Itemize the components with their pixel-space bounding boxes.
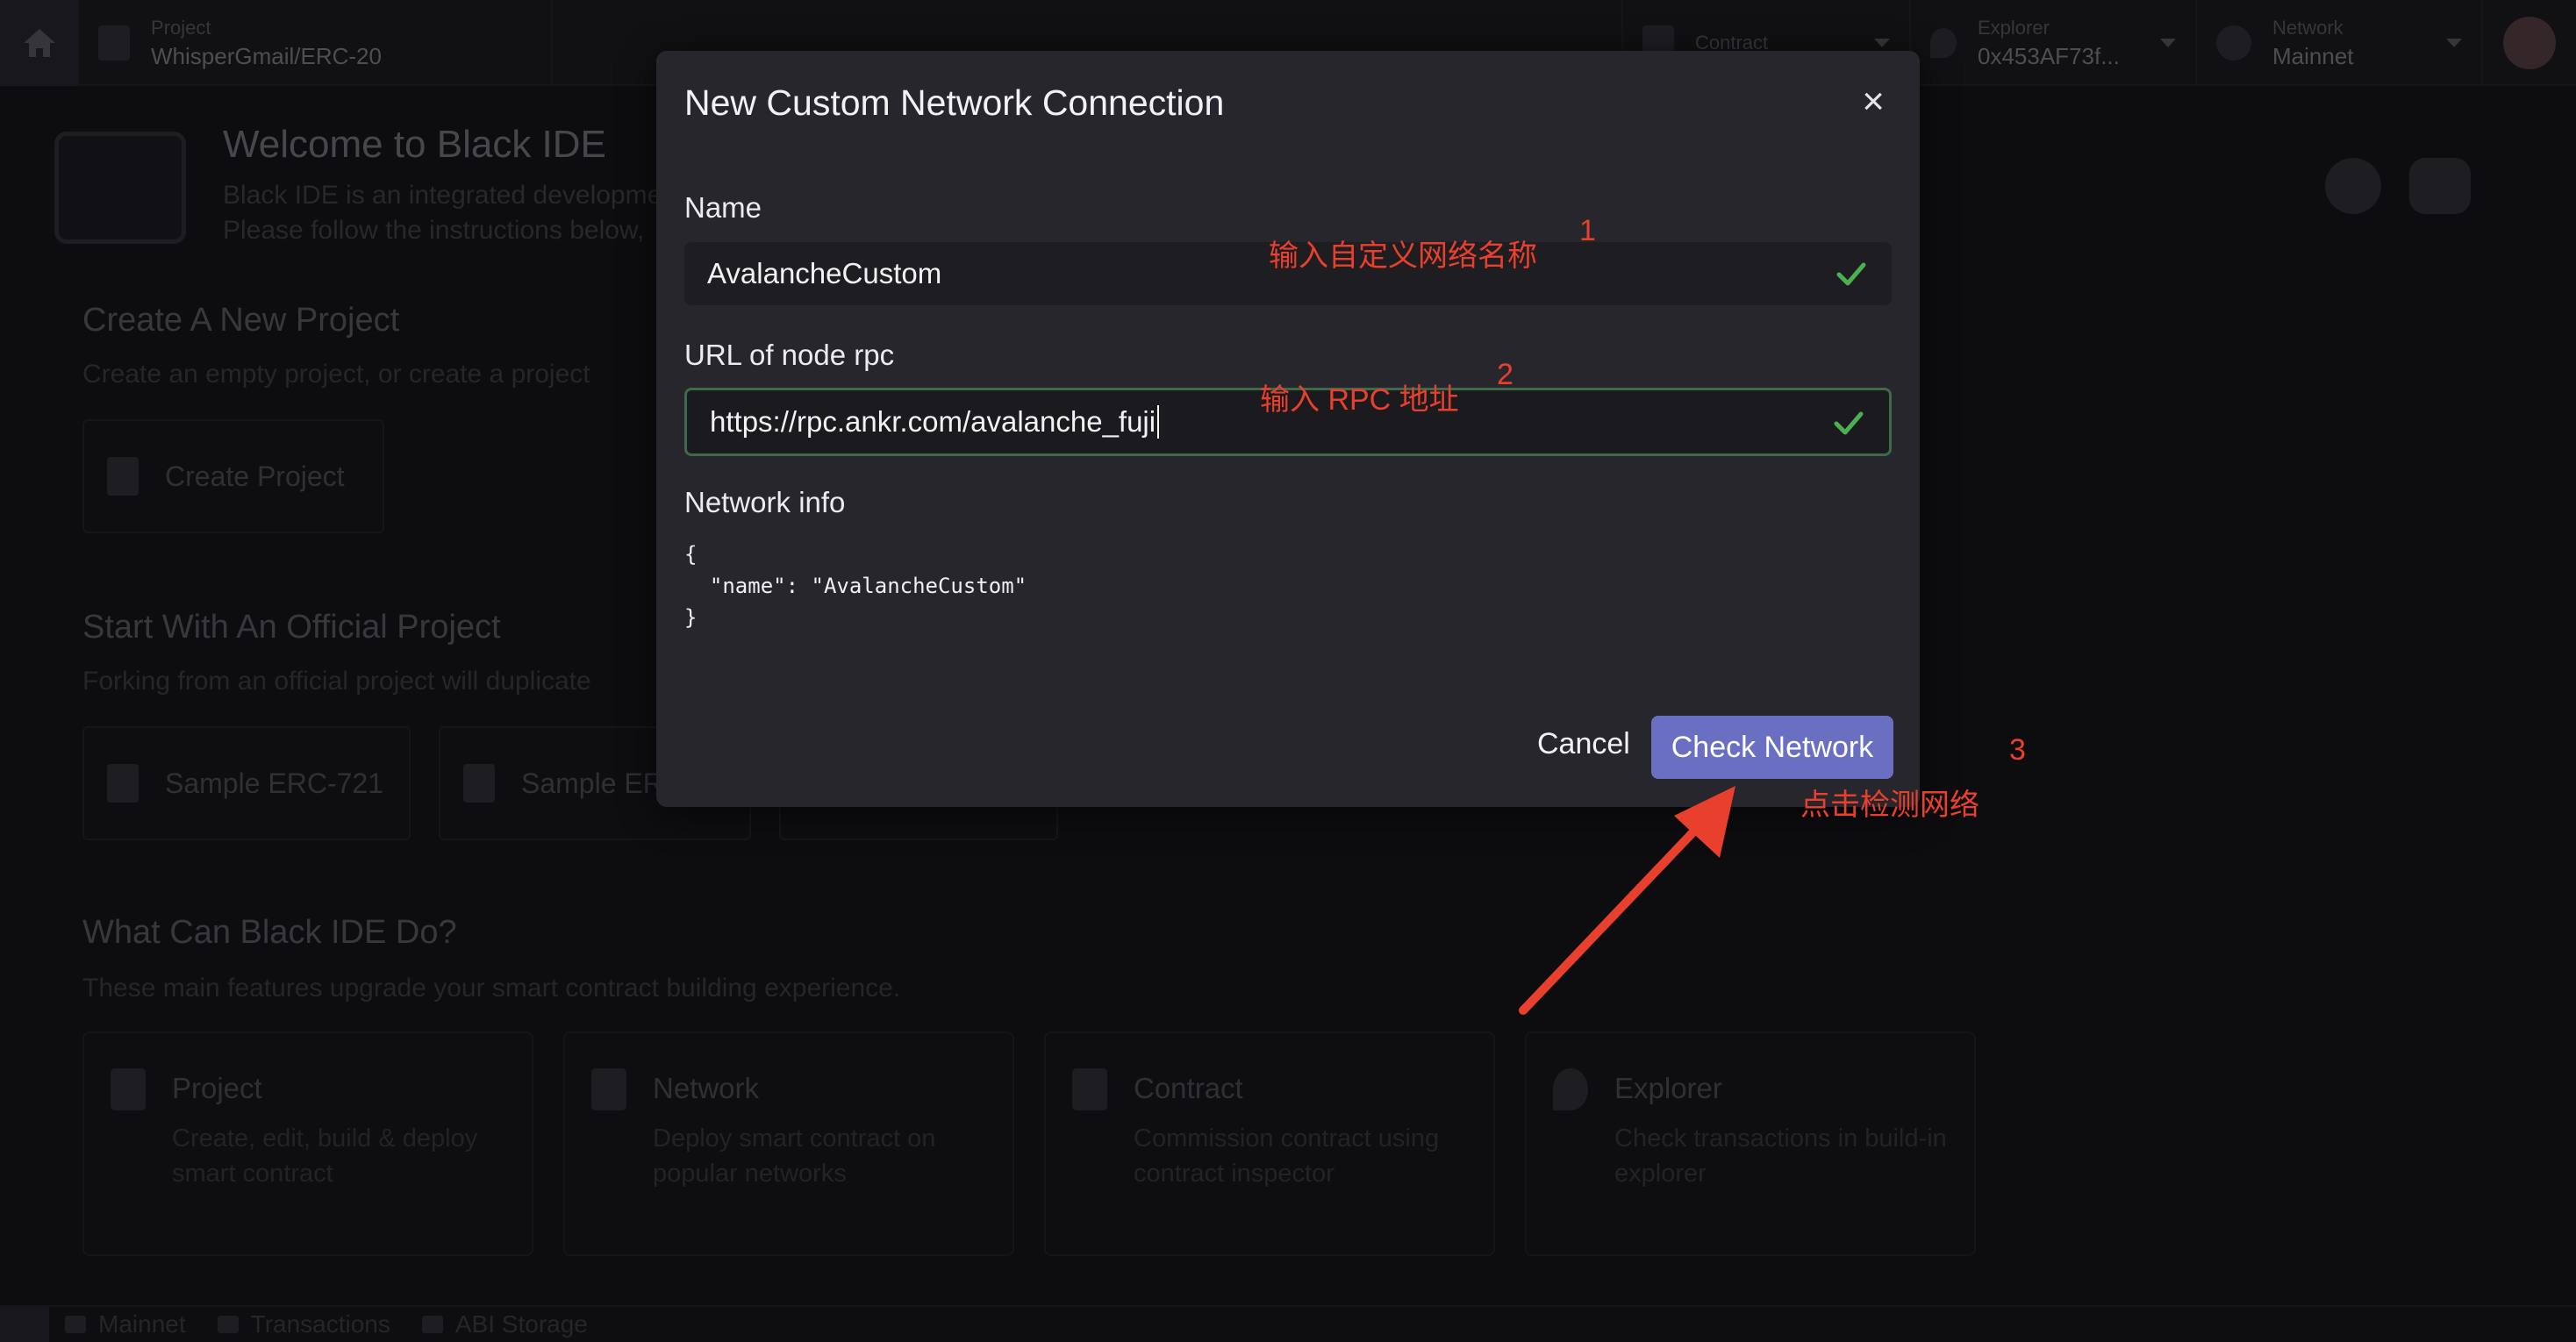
text-cursor [1157, 405, 1160, 439]
cancel-button[interactable]: Cancel [1523, 712, 1644, 775]
check-network-button[interactable]: Check Network [1651, 716, 1893, 779]
annotation-step3-number: 3 [2009, 733, 2026, 767]
check-icon [1836, 262, 1866, 286]
name-input-value: AvalancheCustom [707, 257, 942, 289]
network-info-json: { "name": "AvalancheCustom" } [684, 542, 1027, 630]
close-icon[interactable]: × [1862, 82, 1885, 121]
url-label: URL of node rpc [684, 339, 895, 371]
annotation-step1-text: 输入自定义网络名称 [1269, 239, 1537, 273]
name-label: Name [684, 191, 762, 224]
network-info-label: Network info [684, 486, 846, 518]
annotation-step3-text: 点击检测网络 [1800, 789, 1979, 822]
modal-title: New Custom Network Connection [684, 82, 1225, 123]
annotation-step2-text: 输入 RPC 地址 [1260, 383, 1459, 417]
annotation-step1-number: 1 [1579, 214, 1596, 247]
check-icon [1834, 411, 1864, 435]
annotation-step2-number: 2 [1497, 358, 1513, 391]
rpc-url-input-value: https://rpc.ankr.com/avalanche_fuji [710, 405, 1156, 438]
custom-network-modal: New Custom Network Connection × Name Ava… [656, 51, 1920, 807]
